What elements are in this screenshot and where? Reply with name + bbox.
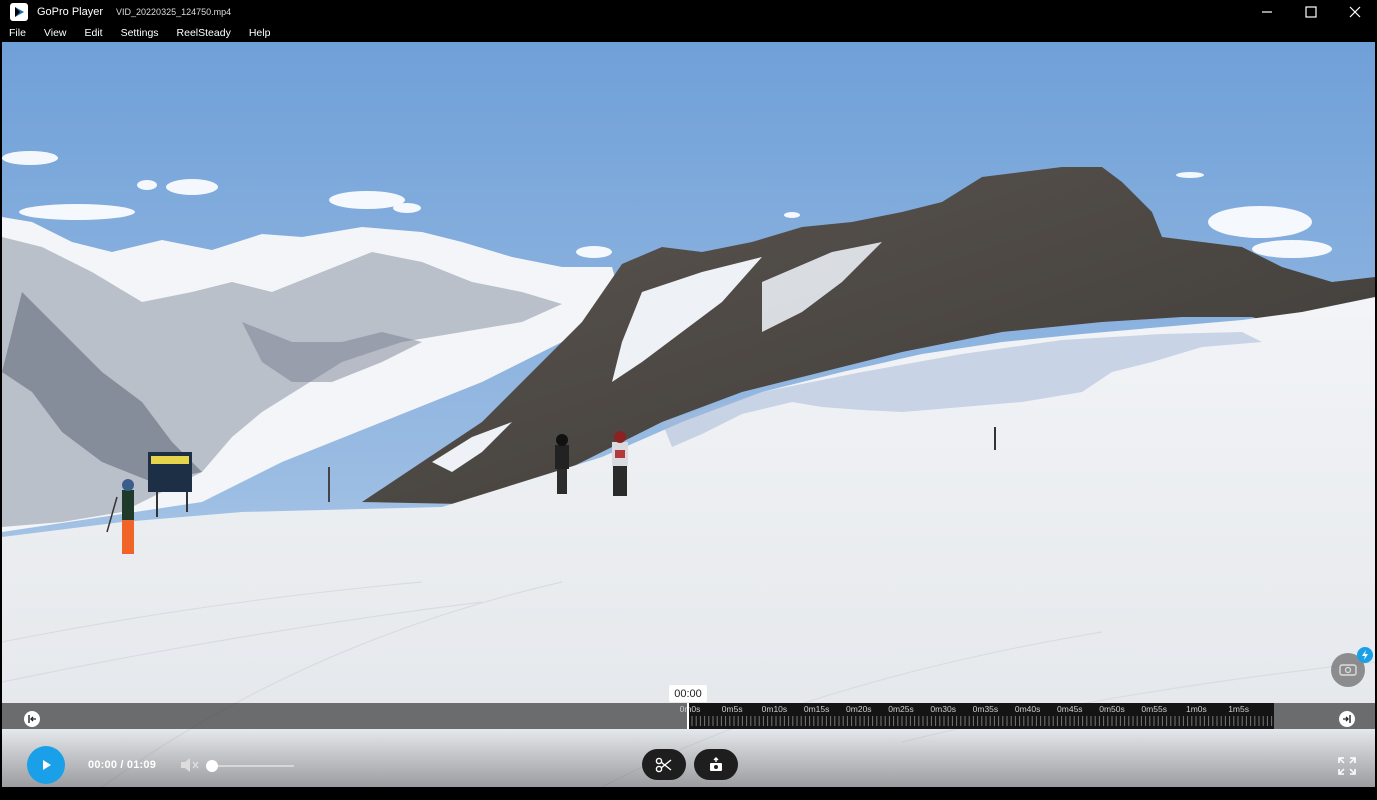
- player-controls: 00:00 / 01:09: [2, 729, 1375, 787]
- timeline-label: 0m20s: [846, 704, 872, 714]
- minimize-icon: [1262, 11, 1272, 13]
- timeline-label: 0m0s: [679, 704, 701, 714]
- timeline-label: 0m45s: [1057, 704, 1083, 714]
- close-icon: [1349, 6, 1361, 18]
- playhead[interactable]: [687, 703, 689, 729]
- gopro-logo-icon: [10, 3, 28, 21]
- timeline-label: 0m55s: [1141, 704, 1167, 714]
- timeline-label: 0m40s: [1014, 704, 1041, 714]
- volume-slider-track[interactable]: [212, 765, 294, 767]
- menu-settings[interactable]: Settings: [112, 27, 168, 39]
- speaker-muted-icon: [181, 758, 199, 772]
- playhead-time-tooltip: 00:00: [669, 685, 707, 702]
- menu-edit[interactable]: Edit: [76, 27, 112, 39]
- play-button[interactable]: [27, 746, 65, 784]
- maximize-button[interactable]: [1289, 0, 1333, 24]
- jump-to-start-icon: [28, 715, 36, 723]
- maximize-icon: [1305, 6, 1317, 18]
- timeline-label: 1m5s: [1228, 704, 1249, 714]
- jump-to-start-button[interactable]: [24, 711, 40, 727]
- fullscreen-icon: [1338, 757, 1356, 775]
- gopro-player-window: GoPro Player VID_20220325_124750.mp4 Fil…: [0, 0, 1377, 800]
- timeline-strip[interactable]: 0m0s 0m5s 0m10s 0m15s 0m20s 0m25s 0m30s 0m35s 0m…: [2, 703, 1375, 729]
- jump-to-end-button[interactable]: [1339, 711, 1355, 727]
- scissors-icon: [655, 757, 672, 772]
- close-button[interactable]: [1333, 0, 1377, 24]
- timeline-label: 0m35s: [972, 704, 999, 714]
- reelsteady-icon: [1339, 664, 1357, 676]
- frame-grab-button[interactable]: [694, 749, 738, 780]
- timeline-label: 0m10s: [761, 704, 788, 714]
- timeline-label: 0m5s: [721, 704, 743, 714]
- timeline-track[interactable]: 0m0s 0m5s 0m10s 0m15s 0m20s 0m25s 0m30s 0m35s 0m…: [680, 703, 1274, 729]
- file-name: VID_20220325_124750.mp4: [116, 7, 232, 17]
- menu-reelsteady[interactable]: ReelSteady: [168, 27, 240, 39]
- reelsteady-bolt-icon: [1357, 647, 1373, 663]
- jump-to-end-icon: [1343, 715, 1351, 723]
- fullscreen-button[interactable]: [1337, 756, 1357, 776]
- time-display: 00:00 / 01:09: [88, 759, 157, 771]
- timeline-label: 0m30s: [930, 704, 956, 714]
- timeline-ticks: [691, 716, 1273, 726]
- window-controls: [1245, 0, 1377, 24]
- timeline-label: 1m0s: [1185, 704, 1207, 714]
- menu-bar: File View Edit Settings ReelSteady Help: [0, 24, 1377, 42]
- play-icon: [43, 760, 51, 770]
- skier-middle: [555, 434, 569, 494]
- trim-button[interactable]: [642, 749, 686, 780]
- volume-slider-handle[interactable]: [206, 760, 218, 772]
- video-viewport[interactable]: 00:00 0m0s 0m5s 0m10s 0m15s 0m20s 0m25s 0m30s 0…: [2, 42, 1375, 787]
- mute-button[interactable]: [179, 755, 201, 775]
- timeline-label: 0m15s: [803, 704, 830, 714]
- app-name: GoPro Player: [37, 6, 104, 18]
- menu-help[interactable]: Help: [240, 27, 280, 39]
- minimize-button[interactable]: [1245, 0, 1289, 24]
- camera-export-icon: [710, 756, 722, 771]
- timeline-label: 0m25s: [888, 704, 914, 714]
- menu-file[interactable]: File: [0, 27, 35, 39]
- menu-view[interactable]: View: [35, 27, 76, 39]
- timeline-label: 0m50s: [1099, 704, 1125, 714]
- video-frame: [2, 42, 1375, 787]
- title-bar: GoPro Player VID_20220325_124750.mp4: [0, 0, 1377, 24]
